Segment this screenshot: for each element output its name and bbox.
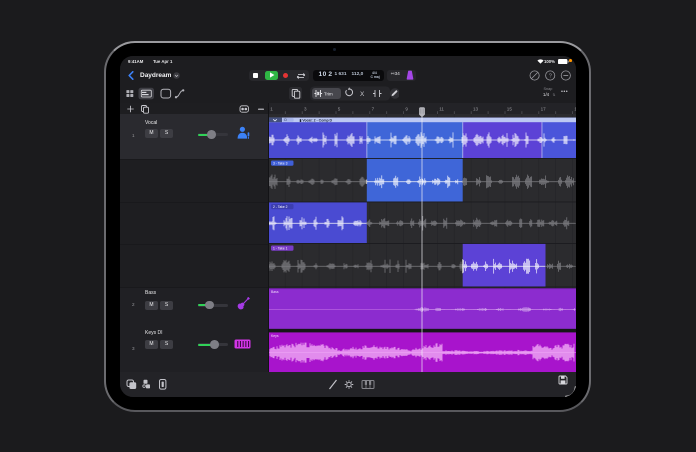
- svg-text:3 - Take 3: 3 - Take 3: [273, 162, 288, 166]
- svg-text:?: ?: [549, 73, 552, 79]
- svg-text:Keys: Keys: [271, 334, 279, 338]
- svg-text:1: 1: [270, 106, 273, 111]
- svg-text:1 - Take 1: 1 - Take 1: [273, 247, 288, 251]
- svg-text:13: 13: [473, 106, 479, 111]
- svg-text:9: 9: [405, 106, 408, 111]
- svg-text:2 - Take 2: 2 - Take 2: [273, 205, 288, 209]
- svg-text:19: 19: [574, 106, 576, 111]
- svg-text:Trim: Trim: [324, 91, 333, 96]
- svg-text:7: 7: [372, 106, 375, 111]
- svg-text:3: 3: [304, 106, 307, 111]
- svg-text:11: 11: [439, 106, 444, 111]
- svg-text:15: 15: [507, 106, 513, 111]
- svg-text:▮ Vocal: 2 - Comp D: ▮ Vocal: 2 - Comp D: [300, 118, 333, 122]
- svg-text:X: X: [360, 91, 365, 98]
- svg-text:5: 5: [338, 106, 341, 111]
- svg-text:17: 17: [541, 106, 547, 111]
- svg-text:Bass: Bass: [271, 290, 279, 294]
